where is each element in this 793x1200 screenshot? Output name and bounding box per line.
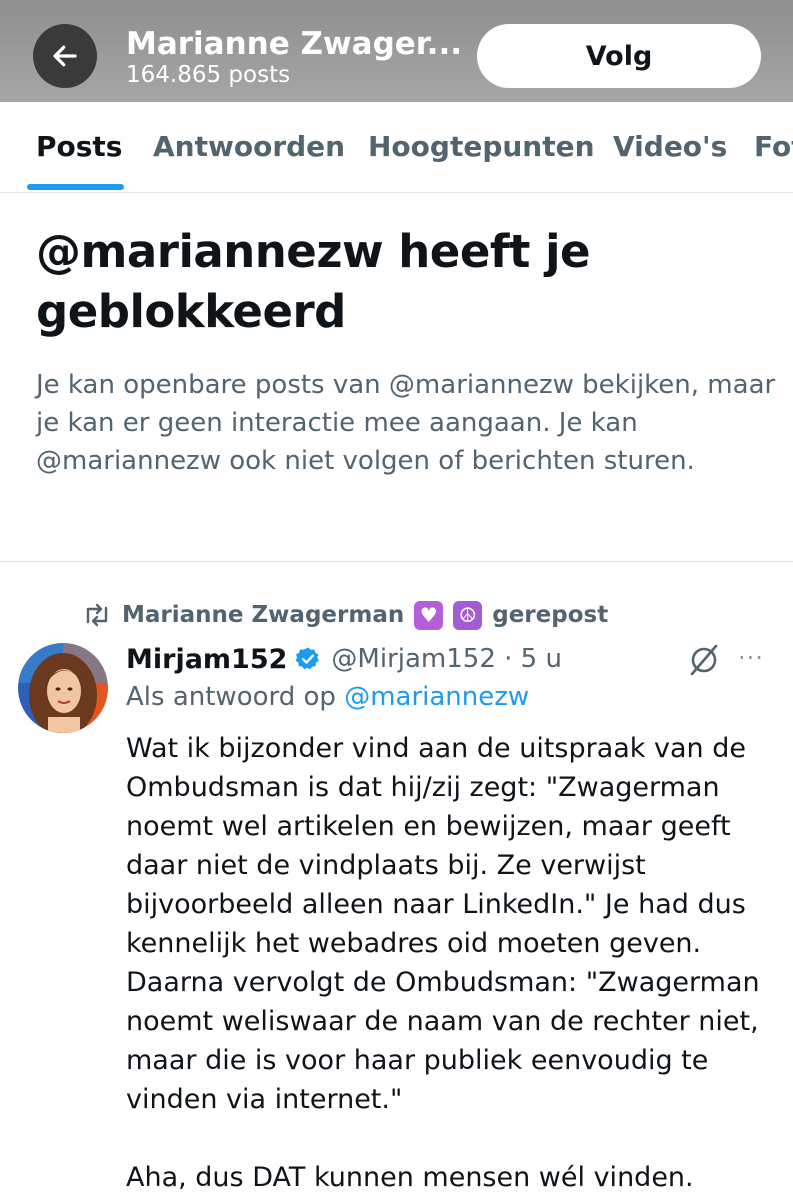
tab-fotos[interactable]: Fot [754,130,793,163]
follow-button[interactable]: Volg [477,24,761,88]
post-body: Wat ik bijzonder vind aan de uitspraak v… [126,729,786,1197]
back-arrow-icon [53,45,77,67]
repost-context[interactable]: Marianne Zwagerman ♥ ☮ gerepost [82,598,608,632]
peace-emoji-icon: ☮ [453,600,483,630]
post-count: 164.865 posts [126,62,291,88]
post-paragraph: Aha, dus DAT kunnen mensen wél vinden. [126,1162,694,1193]
tab-posts[interactable]: Posts [36,130,122,163]
blocked-title: @mariannezw heeft je geblokkeerd [36,225,591,338]
blocked-description: Je kan openbare posts van @mariannezw be… [36,370,776,476]
divider [0,561,793,562]
avatar[interactable] [18,643,108,733]
tab-hoogtepunten[interactable]: Hoogtepunten [368,130,595,163]
heart-emoji-icon: ♥ [414,600,444,630]
profile-tabs: Posts Antwoorden Hoogtepunten Video's Fo… [0,102,793,193]
avatar-illustration [18,643,108,733]
repost-author: Marianne Zwagerman [122,602,405,628]
profile-name: Marianne Zwager... [126,26,463,62]
repost-icon [86,603,108,627]
verified-badge-icon [295,647,320,670]
reply-mention-link[interactable]: @mariannezw [344,682,529,712]
tab-antwoorden[interactable]: Antwoorden [153,130,345,163]
author-handle-time[interactable]: @Mirjam152 · 5 u [331,644,562,674]
repost-suffix: gerepost [492,602,609,628]
profile-header: Marianne Zwager... 164.865 posts Volg [0,0,793,102]
post-paragraph: Wat ik bijzonder vind aan de uitspraak v… [126,733,760,1115]
back-button[interactable] [33,24,97,88]
reply-prefix: Als antwoord op [126,682,336,712]
reply-context: Als antwoord op @mariannezw [126,682,529,712]
active-tab-indicator [27,184,124,190]
grok-icon[interactable] [686,642,722,678]
post-author-row: Mirjam152 @Mirjam152 · 5 u [126,640,562,678]
tab-videos[interactable]: Video's [613,130,727,163]
author-name[interactable]: Mirjam152 [126,644,287,675]
more-icon[interactable]: ··· [738,644,772,672]
